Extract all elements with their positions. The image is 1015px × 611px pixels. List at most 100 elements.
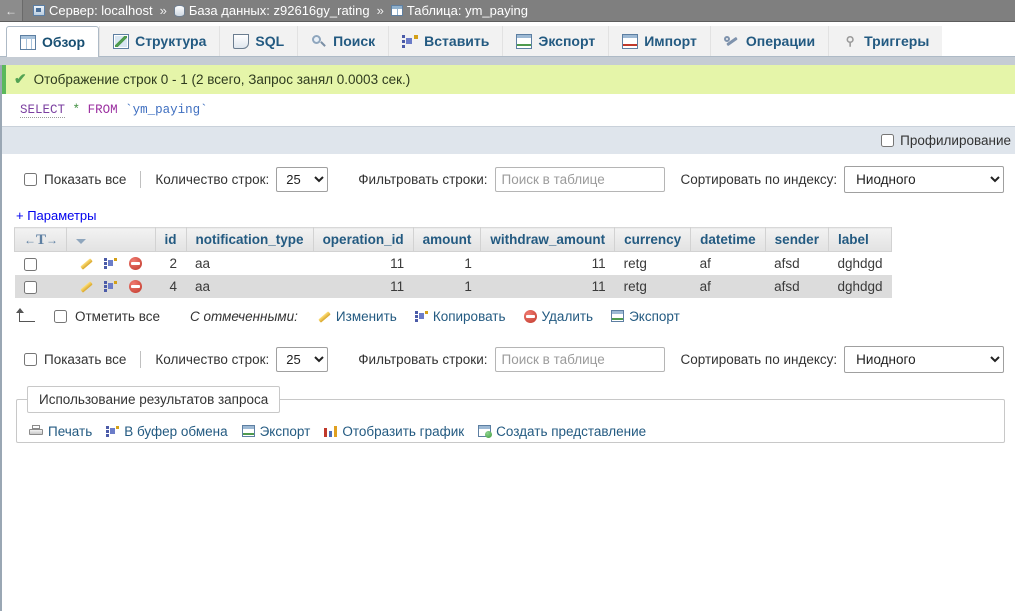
breadcrumb-server[interactable]: Сервер: localhost	[33, 3, 153, 18]
sort-index-label-top: Сортировать по индексу:	[680, 172, 838, 187]
tab-search-label: Поиск	[333, 33, 376, 49]
show-all-checkbox-top[interactable]	[24, 173, 37, 186]
copy-row-button[interactable]	[104, 279, 118, 294]
edit-row-button[interactable]	[80, 279, 93, 294]
table-controls-bottom: Показать все Количество строк: 25 Фильтр…	[2, 334, 1015, 385]
main-content: ✔ Отображение строк 0 - 1 (2 всего, Запр…	[0, 65, 1015, 611]
params-toggle-link[interactable]: + Параметры	[2, 205, 1015, 227]
column-header-amount[interactable]: amount	[412, 227, 482, 252]
copy-icon	[104, 257, 118, 270]
column-header-label[interactable]: label	[827, 227, 893, 252]
column-header-currency[interactable]: currency	[614, 227, 692, 252]
print-label: Печать	[48, 423, 93, 439]
show-all-checkbox-bottom[interactable]	[24, 353, 37, 366]
back-button[interactable]: ←	[0, 0, 23, 21]
sql-star: *	[72, 103, 81, 117]
cell-operation-id: 11	[313, 251, 414, 275]
arrow-left-icon: ←	[24, 233, 36, 247]
tab-export[interactable]: Экспорт	[502, 26, 609, 56]
copy-to-clipboard-link[interactable]: В буфер обмена	[106, 424, 228, 439]
rows-count-select-top[interactable]: 25	[276, 167, 329, 192]
row-nav-header[interactable]: ← T →	[13, 227, 68, 252]
cell-withdraw-amount: 11	[480, 275, 615, 298]
with-selected-edit-button[interactable]: Изменить	[318, 309, 397, 324]
with-selected-delete-button[interactable]: Удалить	[523, 309, 593, 324]
delete-row-button[interactable]	[129, 279, 143, 294]
sort-index-select-top[interactable]: Ниодного	[844, 166, 1005, 193]
profiling-row: Профилирование	[2, 126, 1015, 154]
edit-row-button[interactable]	[80, 256, 93, 271]
insert-icon	[402, 33, 419, 49]
browse-icon	[20, 34, 36, 50]
with-selected-copy-button[interactable]: Копировать	[414, 309, 506, 324]
filter-rows-input-top[interactable]	[494, 167, 665, 192]
sort-navigation-icon: ← T →	[24, 232, 58, 247]
row-actions-cell	[66, 251, 156, 275]
copy-icon	[104, 280, 118, 293]
copy-icon	[106, 424, 120, 438]
tab-structure[interactable]: Структура	[99, 26, 220, 56]
column-header-operation-id[interactable]: operation_id	[312, 227, 414, 252]
breadcrumb-server-label: Сервер: localhost	[49, 3, 153, 18]
tab-triggers[interactable]: ⚲ Триггеры	[828, 26, 943, 56]
cell-amount: 1	[413, 251, 481, 275]
tab-import[interactable]: Импорт	[608, 26, 710, 56]
column-header-sender[interactable]: sender	[764, 227, 829, 252]
export-link[interactable]: Экспорт	[241, 424, 310, 439]
sort-index-select-bottom[interactable]: Ниодного	[844, 346, 1005, 373]
breadcrumb-database[interactable]: База данных: z92616gy_rating	[173, 3, 370, 18]
delete-icon	[523, 309, 537, 323]
export-icon	[611, 310, 625, 322]
cell-currency: retg	[614, 251, 691, 275]
column-header-notification-type[interactable]: notification_type	[185, 227, 314, 252]
print-link[interactable]: Печать	[29, 424, 92, 439]
row-checkbox[interactable]	[23, 257, 37, 271]
tab-operations[interactable]: Операции	[709, 26, 829, 56]
row-actions-cell	[66, 275, 156, 298]
database-icon	[173, 4, 185, 17]
success-check-icon: ✔	[14, 71, 27, 88]
check-all-checkbox[interactable]	[54, 309, 67, 323]
breadcrumb-separator: »	[159, 3, 167, 18]
controls-divider	[140, 171, 142, 188]
import-icon	[622, 33, 639, 49]
cell-amount: 1	[413, 275, 481, 298]
tab-sql[interactable]: SQL	[219, 26, 298, 56]
column-header-datetime[interactable]: datetime	[690, 227, 766, 252]
query-results-links: Печать В буфер обмена Экспорт Отобразить…	[17, 410, 1004, 452]
chevron-down-icon	[76, 239, 87, 244]
display-chart-link[interactable]: Отобразить график	[324, 424, 464, 439]
column-header-withdraw-amount[interactable]: withdraw_amount	[480, 227, 616, 252]
tab-structure-label: Структура	[135, 33, 207, 49]
profiling-checkbox[interactable]	[881, 134, 895, 147]
delete-icon	[129, 280, 143, 293]
back-arrow-icon: ←	[5, 3, 17, 18]
row-select-cell	[14, 251, 67, 275]
rows-count-select-bottom[interactable]: 25	[276, 347, 329, 372]
sql-query-display[interactable]: SELECT * FROM `ym_paying`	[2, 94, 1015, 126]
filter-label-bottom: Фильтровать строки:	[358, 352, 488, 367]
tab-search[interactable]: Поиск	[297, 26, 389, 56]
structure-icon	[113, 33, 130, 49]
wrench-icon	[723, 34, 740, 49]
copy-row-button[interactable]	[104, 256, 118, 271]
breadcrumb-database-label: База данных: z92616gy_rating	[188, 3, 370, 18]
column-options-dropdown[interactable]	[66, 227, 156, 252]
with-selected-export-button[interactable]: Экспорт	[611, 309, 680, 324]
params-link-text[interactable]: + Параметры	[16, 208, 97, 223]
filter-rows-input-bottom[interactable]	[494, 347, 665, 372]
row-checkbox[interactable]	[23, 280, 37, 294]
tab-insert[interactable]: Вставить	[388, 26, 503, 56]
tab-browse[interactable]: Обзор	[6, 26, 100, 57]
breadcrumb-table[interactable]: Таблица: ym_paying	[390, 3, 528, 18]
breadcrumb-separator: »	[376, 3, 384, 18]
table-controls-top: Показать все Количество строк: 25 Фильтр…	[2, 154, 1015, 205]
table-row: 4 aa 11 1 11 retg af afsd dghdgd	[14, 275, 892, 298]
table-header-row: ← T → id notification_type operation_id am…	[13, 227, 893, 252]
sql-icon	[233, 33, 250, 49]
create-view-link[interactable]: Создать представление	[478, 424, 646, 439]
delete-row-button[interactable]	[129, 256, 143, 271]
display-chart-label: Отобразить график	[342, 423, 465, 439]
search-icon	[311, 34, 327, 49]
column-header-id[interactable]: id	[154, 227, 187, 252]
